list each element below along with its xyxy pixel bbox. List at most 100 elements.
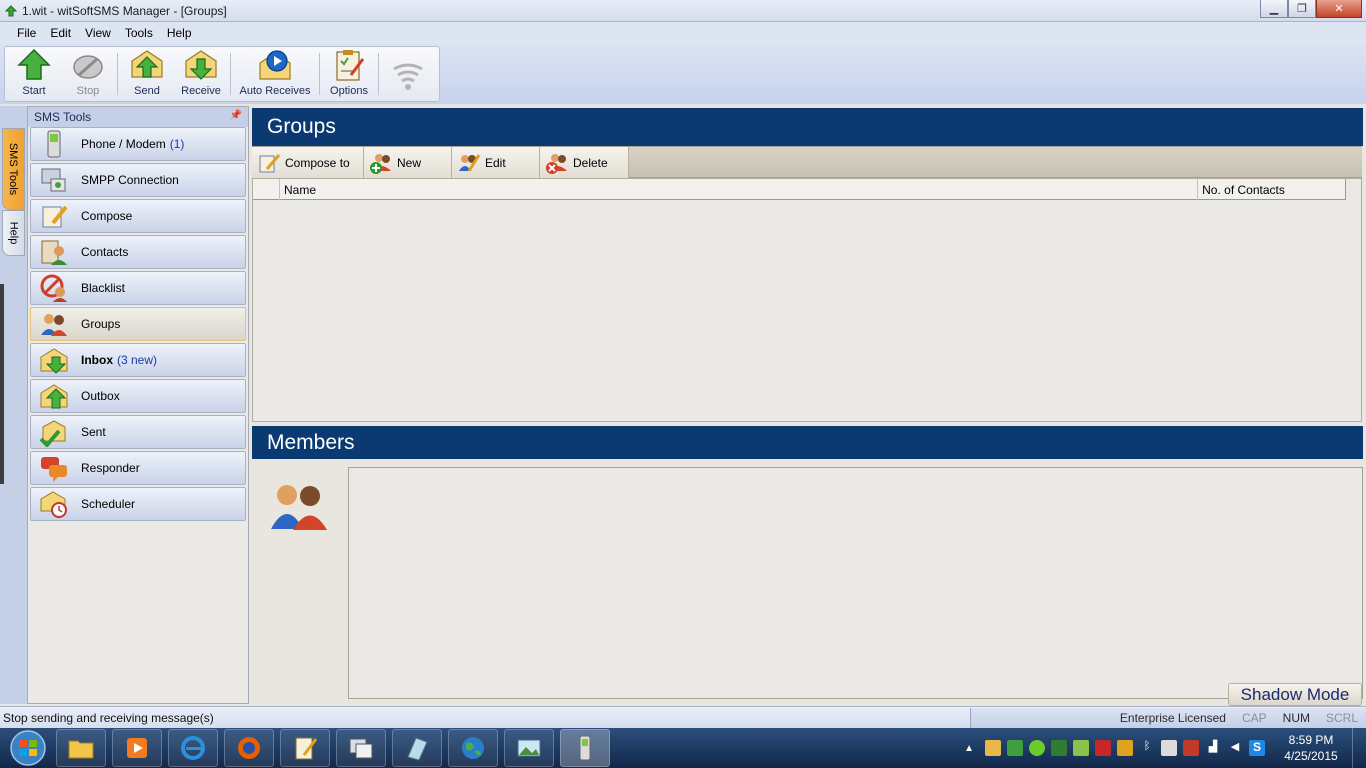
menu-help[interactable]: Help — [160, 26, 199, 40]
tray-status-icon[interactable] — [1029, 740, 1045, 756]
pin-icon[interactable]: 📌 — [230, 110, 242, 121]
tray-device-icon[interactable] — [1161, 740, 1177, 756]
stop-button[interactable]: Stop — [61, 47, 115, 101]
clock-time: 8:59 PM — [1288, 733, 1334, 747]
edit-group-icon — [459, 154, 481, 172]
sidebar-item-smpp-connection[interactable]: SMPP Connection — [30, 163, 246, 197]
system-clock[interactable]: 8:59 PM 4/25/2015 — [1274, 732, 1348, 764]
groups-grid[interactable]: Name No. of Contacts — [252, 178, 1362, 422]
sms-tools-panel: SMS Tools 📌 Phone / Modem (1) SMPP Conne… — [27, 106, 249, 704]
taskbar-notes[interactable] — [280, 729, 330, 767]
firefox-icon — [238, 737, 260, 759]
status-bar: Stop sending and receiving message(s) En… — [0, 706, 1366, 728]
tab-sms-tools[interactable]: SMS Tools — [2, 128, 25, 210]
taskbar-windows[interactable] — [336, 729, 386, 767]
volume-icon[interactable]: ◀ — [1227, 740, 1243, 756]
restore-button[interactable]: ❐ — [1288, 0, 1316, 18]
network-icon[interactable]: ▟ — [1205, 740, 1221, 756]
internet-explorer-icon — [181, 736, 205, 760]
tray-app-icon[interactable] — [985, 740, 1001, 756]
taskbar: ▲ ᛒ ▟ ◀ S 8:59 PM 4/25/2015 — [0, 728, 1366, 768]
sidebar-item-label: Sent — [81, 425, 106, 439]
send-button[interactable]: Send — [120, 47, 174, 101]
sidebar-item-label: Groups — [81, 317, 121, 331]
menu-tools[interactable]: Tools — [118, 26, 160, 40]
start-button[interactable]: Start — [7, 47, 61, 101]
sidebar-item-scheduler[interactable]: Scheduler — [30, 487, 246, 521]
signal-button[interactable] — [381, 47, 435, 101]
tray-media-icon[interactable] — [1117, 740, 1133, 756]
sidebar-item-contacts[interactable]: Contacts — [30, 235, 246, 269]
taskbar-explorer[interactable] — [56, 729, 106, 767]
notes-icon — [295, 737, 318, 760]
blacklist-icon — [40, 274, 67, 302]
sidebar-item-inbox[interactable]: Inbox (3 new) — [30, 343, 246, 377]
tray-shield-icon[interactable] — [1095, 740, 1111, 756]
signal-icon — [393, 63, 423, 90]
receive-button[interactable]: Receive — [174, 47, 228, 101]
sidebar-item-compose[interactable]: Compose — [30, 199, 246, 233]
show-desktop-button[interactable] — [1352, 728, 1366, 768]
sidebar-item-count: (3 new) — [117, 353, 158, 367]
sidebar-item-phone-modem[interactable]: Phone / Modem (1) — [30, 127, 246, 161]
picture-viewer-icon — [517, 739, 541, 757]
sidebar-item-responder[interactable]: Responder — [30, 451, 246, 485]
sidebar-item-groups[interactable]: Groups — [30, 307, 246, 341]
receive-label: Receive — [181, 85, 221, 97]
delete-group-button[interactable]: Delete — [540, 147, 629, 179]
bluetooth-icon[interactable]: ᛒ — [1139, 740, 1155, 756]
contacts-icon — [41, 240, 67, 265]
members-list[interactable] — [348, 467, 1363, 699]
start-label: Start — [22, 85, 46, 97]
taskbar-glass-app[interactable] — [392, 729, 442, 767]
auto-receives-label: Auto Receives — [239, 85, 311, 97]
taskbar-firefox[interactable] — [224, 729, 274, 767]
minimize-button[interactable]: ▁ — [1260, 0, 1288, 18]
shadow-mode-button[interactable]: Shadow Mode — [1228, 683, 1362, 706]
window-controls: ▁ ❐ ✕ — [1260, 0, 1362, 18]
taskbar-picture-viewer[interactable] — [504, 729, 554, 767]
taskbar-internet-explorer[interactable] — [168, 729, 218, 767]
new-group-button[interactable]: New — [364, 147, 452, 179]
sidebar-item-blacklist[interactable]: Blacklist — [30, 271, 246, 305]
app-icon — [4, 4, 18, 16]
delete-group-label: Delete — [573, 156, 608, 170]
column-header-contacts[interactable]: No. of Contacts — [1198, 179, 1345, 200]
menu-edit[interactable]: Edit — [43, 26, 78, 40]
menu-view[interactable]: View — [78, 26, 118, 40]
column-header-name[interactable]: Name — [280, 179, 1199, 200]
sidebar-item-label: Contacts — [81, 245, 129, 259]
taskbar-globe[interactable] — [448, 729, 498, 767]
tray-network-app-icon[interactable] — [1007, 740, 1023, 756]
tab-sms-tools-label: SMS Tools — [7, 142, 20, 196]
show-hidden-icons-icon[interactable]: ▲ — [964, 743, 974, 754]
sidebar-item-label: Responder — [81, 461, 140, 475]
members-icon — [271, 485, 327, 530]
tab-help[interactable]: Help — [2, 210, 25, 256]
menu-file[interactable]: File — [10, 26, 43, 40]
compose-to-button[interactable]: Compose to — [252, 147, 364, 179]
sidebar-item-sent[interactable]: Sent — [30, 415, 246, 449]
folder-icon — [68, 740, 94, 759]
groups-icon — [41, 314, 67, 336]
sidebar-item-label: Phone / Modem — [81, 137, 166, 151]
taskbar-witsoftsms[interactable] — [560, 729, 610, 767]
taskbar-media-player[interactable] — [112, 729, 162, 767]
license-status: Enterprise Licensed — [1119, 710, 1226, 725]
close-button[interactable]: ✕ — [1316, 0, 1362, 18]
tray-update-icon[interactable] — [1073, 740, 1089, 756]
sidebar-item-outbox[interactable]: Outbox — [30, 379, 246, 413]
toolbar-separator — [230, 53, 231, 95]
options-button[interactable]: Options — [322, 47, 376, 101]
tray-printer-icon[interactable] — [1183, 740, 1199, 756]
edge-strip — [0, 284, 4, 484]
auto-receives-button[interactable]: Auto Receives — [233, 47, 317, 101]
edit-group-button[interactable]: Edit — [452, 147, 540, 179]
groups-grid-header: Name No. of Contacts — [253, 179, 1346, 200]
skype-icon[interactable]: S — [1249, 740, 1265, 756]
side-tab-strip: SMS Tools Help — [0, 106, 27, 704]
tray-check-icon[interactable] — [1051, 740, 1067, 756]
globe-icon — [462, 737, 484, 759]
start-menu-icon[interactable] — [6, 729, 50, 767]
responder-icon — [41, 457, 67, 482]
